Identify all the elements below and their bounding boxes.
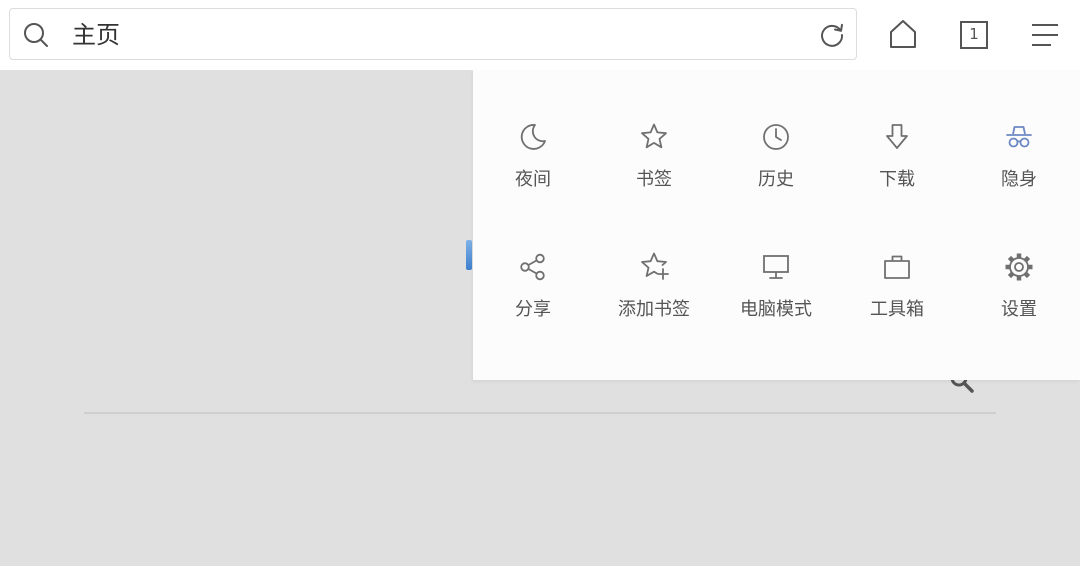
menu-item-label: 添加书签: [618, 299, 690, 320]
menu-item-label: 夜间: [515, 169, 551, 190]
home-icon: [890, 20, 916, 48]
moon-icon: [518, 122, 548, 152]
menu-item-toolbox[interactable]: 工具箱: [837, 252, 957, 352]
menu-item-downloads[interactable]: 下载: [837, 122, 957, 222]
tabs-button[interactable]: 1: [957, 18, 989, 50]
menu-item-history[interactable]: 历史: [716, 122, 836, 222]
share-icon: [518, 252, 548, 282]
menu-item-share[interactable]: 分享: [473, 252, 593, 352]
reload-icon[interactable]: [819, 22, 845, 48]
menu-item-settings[interactable]: 设置: [959, 252, 1079, 352]
search-icon: [24, 23, 48, 47]
address-bar[interactable]: 主页: [9, 8, 857, 60]
menu-item-incognito[interactable]: 隐身: [959, 122, 1079, 222]
menu-item-label: 书签: [636, 169, 672, 190]
menu-panel: 夜间 书签 历史 下载 隐身 分享 添加书签 电脑模式 工具箱 设置: [473, 70, 1080, 380]
address-text[interactable]: 主页: [72, 20, 120, 50]
menu-button[interactable]: [1029, 18, 1061, 50]
menu-item-add-bookmark[interactable]: 添加书签: [594, 252, 714, 352]
menu-item-label: 分享: [515, 299, 551, 320]
gear-icon: [1004, 252, 1034, 282]
menu-item-label: 设置: [1001, 299, 1037, 320]
top-bar: 主页 1: [0, 0, 1080, 70]
incognito-icon: [1004, 122, 1034, 152]
tab-count: 1: [969, 25, 979, 43]
download-icon: [882, 122, 912, 152]
toolbox-icon: [882, 252, 912, 282]
menu-item-label: 历史: [758, 169, 794, 190]
home-button[interactable]: [887, 18, 919, 50]
menu-icon: [1032, 24, 1058, 46]
menu-item-night[interactable]: 夜间: [473, 122, 593, 222]
menu-item-bookmarks[interactable]: 书签: [594, 122, 714, 222]
menu-item-desktop-mode[interactable]: 电脑模式: [716, 252, 836, 352]
menu-item-label: 隐身: [1001, 169, 1037, 190]
logo-fragment: [466, 240, 472, 270]
star-icon: [639, 122, 669, 152]
monitor-icon: [761, 252, 791, 282]
menu-item-label: 工具箱: [870, 299, 924, 320]
clock-icon: [761, 122, 791, 152]
page-search-underline: [84, 412, 996, 414]
menu-item-label: 电脑模式: [740, 299, 812, 320]
menu-item-label: 下载: [879, 169, 915, 190]
add-star-icon: [639, 252, 669, 282]
